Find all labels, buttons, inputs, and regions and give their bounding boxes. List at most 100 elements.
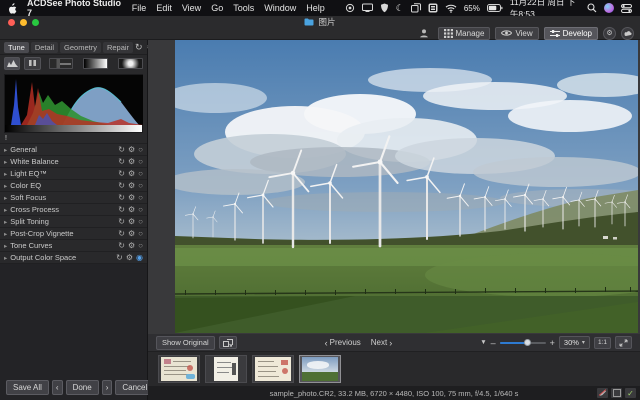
tab-repair[interactable]: Repair	[103, 42, 133, 53]
group-tone-curves[interactable]: ▸ Tone Curves ↻⚙○	[0, 239, 147, 251]
windows-stack-icon[interactable]	[411, 3, 421, 13]
zoom-in-button[interactable]: +	[550, 338, 555, 348]
disclosure-icon[interactable]: ▸	[4, 146, 7, 154]
histogram-toggle-button[interactable]	[4, 57, 20, 70]
group-color-eq[interactable]: ▸ Color EQ ↻⚙○	[0, 179, 147, 191]
enable-toggle[interactable]: ○	[138, 241, 143, 250]
enable-toggle[interactable]: ○	[138, 145, 143, 154]
group-light-eq[interactable]: ▸ Light EQ™ ↻⚙○	[0, 167, 147, 179]
manage-mode-button[interactable]: Manage	[438, 27, 491, 40]
reset-icon[interactable]: ↻	[118, 169, 125, 178]
compare-view-button[interactable]	[219, 336, 237, 349]
zoom-slider[interactable]	[500, 342, 546, 344]
disclosure-icon[interactable]: ▸	[4, 254, 7, 262]
reset-icon[interactable]: ↻	[118, 145, 125, 154]
actual-size-button[interactable]: 1:1	[594, 337, 611, 349]
menu-window[interactable]: Window	[264, 3, 296, 13]
reset-icon[interactable]: ↻	[118, 181, 125, 190]
clipping-warning-icon[interactable]: !	[5, 135, 7, 142]
gear-icon[interactable]: ⚙	[128, 193, 135, 202]
gear-icon[interactable]: ⚙	[128, 157, 135, 166]
radial-swatch[interactable]	[118, 58, 143, 69]
disclosure-icon[interactable]: ▸	[4, 206, 7, 214]
disclosure-icon[interactable]: ▸	[4, 218, 7, 226]
group-post-crop-vignette[interactable]: ▸ Post-Crop Vignette ↻⚙○	[0, 227, 147, 239]
show-original-button[interactable]: Show Original	[156, 336, 215, 350]
disclosure-icon[interactable]: ▸	[4, 170, 7, 178]
display-icon[interactable]	[362, 3, 373, 13]
next-image-button[interactable]: ›	[102, 380, 113, 395]
gear-icon[interactable]: ⚙	[128, 205, 135, 214]
cloud-sync-icon-button[interactable]	[621, 27, 634, 40]
menu-go[interactable]: Go	[211, 3, 223, 13]
disclosure-icon[interactable]: ▸	[4, 158, 7, 166]
filmstrip-thumb-4-selected[interactable]	[299, 355, 341, 383]
develop-edited-icon[interactable]	[597, 388, 608, 398]
enable-toggle[interactable]: ○	[138, 169, 143, 178]
tab-geometry[interactable]: Geometry	[60, 42, 101, 53]
settings-icon-button[interactable]: ⚙	[603, 27, 616, 40]
menu-file[interactable]: File	[132, 3, 147, 13]
gear-icon[interactable]: ⚙	[128, 169, 135, 178]
filmstrip-thumb-3[interactable]	[252, 355, 294, 383]
gear-icon[interactable]: ⚙	[128, 229, 135, 238]
group-general[interactable]: ▸ General ↻⚙○	[0, 143, 147, 155]
split-view-button[interactable]	[24, 57, 40, 70]
account-icon[interactable]	[419, 28, 429, 38]
group-white-balance[interactable]: ▸ White Balance ↻⚙○	[0, 155, 147, 167]
reset-icon[interactable]: ↻	[118, 205, 125, 214]
input-source-icon[interactable]	[428, 3, 438, 13]
menu-edit[interactable]: Edit	[156, 3, 172, 13]
group-output-color-space[interactable]: ▸ Output Color Space ↻⚙◉	[0, 251, 147, 263]
reset-icon[interactable]: ↻	[118, 229, 125, 238]
done-button[interactable]: Done	[66, 380, 99, 395]
disclosure-icon[interactable]: ▸	[4, 230, 7, 238]
view-mode-button[interactable]: View	[495, 27, 538, 40]
gear-icon[interactable]: ⚙	[128, 217, 135, 226]
save-all-button[interactable]: Save All	[6, 380, 49, 395]
control-center-icon[interactable]	[621, 4, 632, 13]
menu-view[interactable]: View	[182, 3, 201, 13]
disclosure-icon[interactable]: ▸	[4, 242, 7, 250]
group-soft-focus[interactable]: ▸ Soft Focus ↻⚙○	[0, 191, 147, 203]
next-button[interactable]: Next ›	[371, 338, 392, 348]
reset-icon[interactable]: ↻	[118, 157, 125, 166]
tab-tune[interactable]: Tune	[4, 42, 29, 53]
enable-toggle[interactable]: ○	[138, 181, 143, 190]
zoom-slider-knob[interactable]	[524, 339, 531, 346]
disclosure-icon[interactable]: ▸	[4, 194, 7, 202]
menu-tools[interactable]: Tools	[233, 3, 254, 13]
previous-button[interactable]: ‹ Previous	[325, 338, 361, 348]
histogram[interactable]	[4, 74, 143, 133]
reset-icon[interactable]: ↻	[118, 241, 125, 250]
fit-image-button[interactable]	[615, 336, 632, 349]
zoom-out-button[interactable]: –	[491, 338, 496, 348]
enable-toggle[interactable]: ○	[138, 217, 143, 226]
previous-image-button[interactable]: ‹	[52, 380, 63, 395]
apple-menu-icon[interactable]	[8, 3, 17, 14]
gear-icon[interactable]: ⚙	[128, 145, 135, 154]
enable-toggle[interactable]: ○	[138, 229, 143, 238]
filmstrip-thumb-1[interactable]	[158, 355, 200, 383]
moon-icon[interactable]: ☾	[396, 3, 404, 14]
zoom-menu-dropdown-icon[interactable]: ▼	[480, 339, 486, 346]
reset-icon[interactable]: ↻	[118, 217, 125, 226]
wifi-icon[interactable]	[445, 4, 457, 13]
group-cross-process[interactable]: ▸ Cross Process ↻⚙○	[0, 203, 147, 215]
saved-check-icon[interactable]: ✓	[625, 388, 636, 398]
siri-icon[interactable]	[604, 3, 614, 13]
disclosure-icon[interactable]: ▸	[4, 182, 7, 190]
filmstrip-thumb-2[interactable]	[205, 355, 247, 383]
record-icon[interactable]	[345, 3, 355, 13]
menu-help[interactable]: Help	[306, 3, 325, 13]
battery-icon[interactable]	[487, 4, 503, 13]
group-split-toning[interactable]: ▸ Split Toning ↻⚙○	[0, 215, 147, 227]
tone-slider-swatch[interactable]	[49, 58, 74, 69]
shield-icon[interactable]	[380, 3, 389, 13]
gear-icon[interactable]: ⚙	[128, 181, 135, 190]
reset-icon[interactable]: ↻	[116, 253, 123, 262]
enable-toggle[interactable]: ○	[138, 157, 143, 166]
zoom-level-select[interactable]: 30% ▾	[559, 336, 590, 349]
enable-toggle-active[interactable]: ◉	[136, 253, 143, 262]
reset-icon[interactable]: ↻	[118, 193, 125, 202]
